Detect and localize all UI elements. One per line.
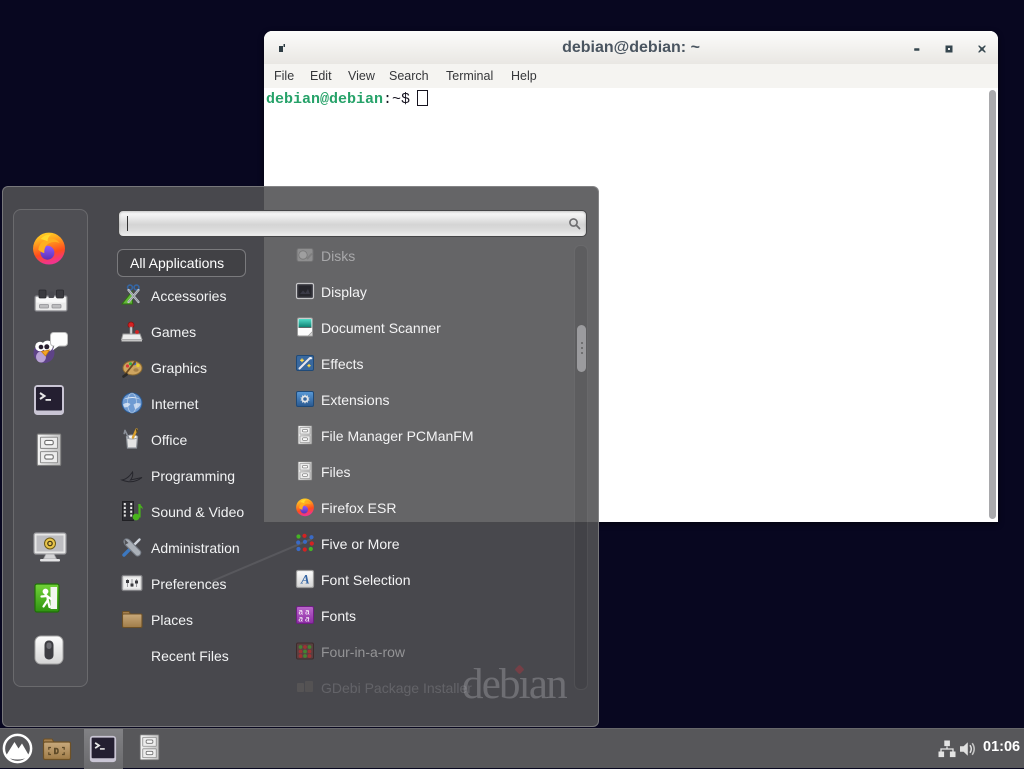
svg-text:A: A: [300, 572, 310, 587]
svg-text:a a: a a: [299, 615, 311, 624]
